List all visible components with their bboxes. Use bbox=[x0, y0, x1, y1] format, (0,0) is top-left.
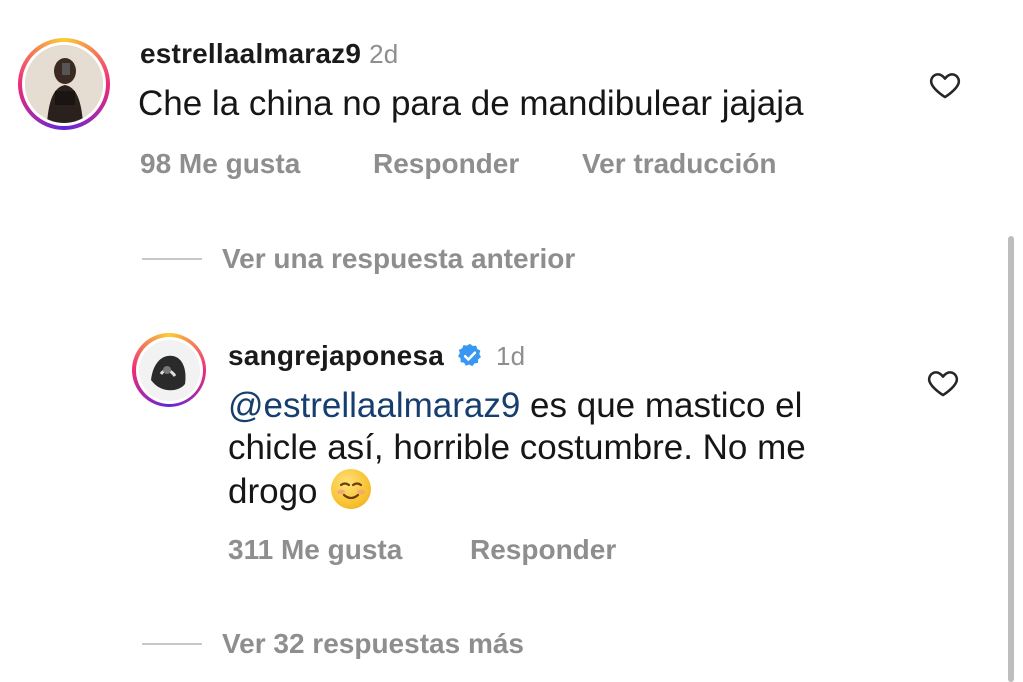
comment-time: 1d bbox=[495, 341, 526, 371]
comment-username[interactable]: estrellaalmaraz9 2d bbox=[140, 38, 398, 70]
reply-button[interactable]: Responder bbox=[373, 148, 519, 180]
heart-outline-icon[interactable] bbox=[926, 366, 960, 405]
scrollbar[interactable] bbox=[1008, 236, 1014, 682]
smiling-face-icon bbox=[331, 469, 372, 509]
avatar[interactable] bbox=[18, 38, 110, 130]
reply-button[interactable]: Responder bbox=[470, 534, 616, 566]
verified-badge-icon bbox=[456, 342, 484, 377]
heart-outline-icon[interactable] bbox=[928, 68, 962, 107]
comment-text: @estrellaalmaraz9 es que mastico el chic… bbox=[228, 386, 806, 511]
profile-photo bbox=[25, 45, 103, 123]
comment-time: 2d bbox=[369, 39, 399, 69]
mention-link[interactable]: @estrellaalmaraz9 bbox=[228, 386, 520, 425]
comment-text: Che la china no para de mandibulear jaja… bbox=[138, 84, 804, 123]
like-count[interactable]: 98 Me gusta bbox=[140, 148, 300, 180]
translate-button[interactable]: Ver traducción bbox=[582, 148, 777, 180]
view-previous-reply-button[interactable]: Ver una respuesta anterior bbox=[222, 243, 575, 275]
divider-line bbox=[142, 643, 202, 645]
profile-photo bbox=[138, 339, 200, 401]
like-count[interactable]: 311 Me gusta bbox=[228, 534, 402, 566]
divider-line bbox=[142, 258, 202, 260]
comment-username[interactable]: sangrejaponesa 1d bbox=[228, 340, 525, 377]
view-more-replies-button[interactable]: Ver 32 respuestas más bbox=[222, 628, 524, 660]
avatar[interactable] bbox=[132, 333, 206, 407]
